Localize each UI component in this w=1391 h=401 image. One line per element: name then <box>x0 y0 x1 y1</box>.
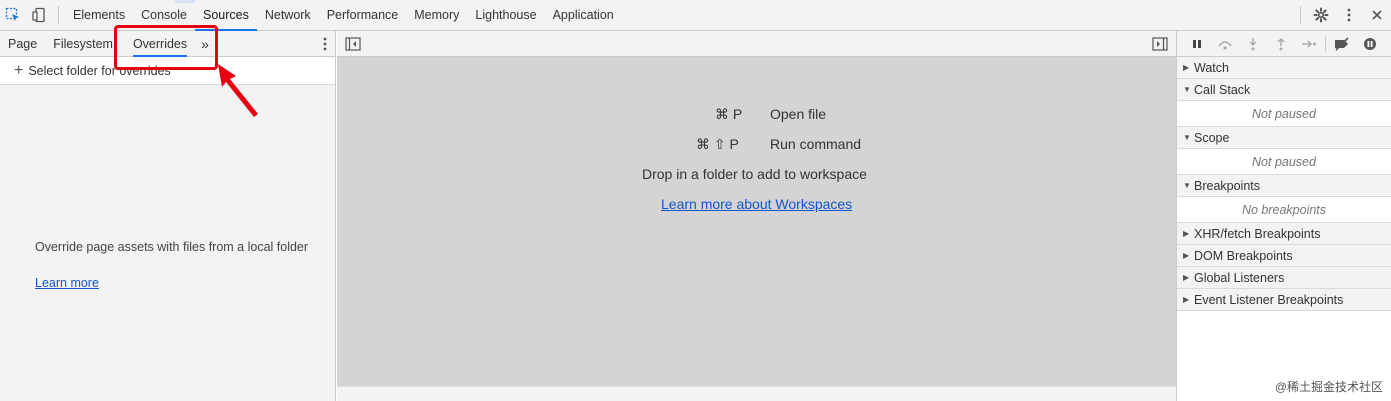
section-title: DOM Breakpoints <box>1194 248 1293 263</box>
section-breakpoints[interactable]: ▼ Breakpoints <box>1177 175 1391 197</box>
section-xhr-fetch-breakpoints[interactable]: ▶ XHR/fetch Breakpoints <box>1177 223 1391 245</box>
expand-triangle-icon: ▶ <box>1183 273 1190 282</box>
step-out-icon[interactable] <box>1267 31 1295 57</box>
shortcut-keys-open-file: ⌘ P <box>715 106 743 122</box>
editor-toolbar <box>337 31 1176 57</box>
section-title: Call Stack <box>1194 82 1251 97</box>
watermark: @稀土掘金技术社区 <box>1274 380 1383 394</box>
kebab-menu-icon[interactable] <box>1335 0 1363 30</box>
shortcut-action-open-file: Open file <box>770 106 827 122</box>
step-into-icon[interactable] <box>1239 31 1267 57</box>
toolbar-divider <box>58 6 59 24</box>
shortcut-keys-run-command: ⌘ ⇧ P <box>696 136 739 152</box>
tab-application[interactable]: Application <box>545 0 622 30</box>
section-dom-breakpoints[interactable]: ▶ DOM Breakpoints <box>1177 245 1391 267</box>
gear-icon[interactable] <box>1307 0 1335 30</box>
drop-folder-hint: Drop in a folder to add to workspace <box>642 166 867 182</box>
breakpoints-body: No breakpoints <box>1177 197 1391 223</box>
debugger-pane: ▶ Watch ▼ Call Stack Not paused ▼ Scope Not… <box>1176 31 1391 401</box>
toolbar-divider <box>1325 35 1326 52</box>
navigator-kebab-icon[interactable] <box>323 31 327 57</box>
learn-more-link[interactable]: Learn more <box>35 276 99 290</box>
section-title: Breakpoints <box>1194 178 1261 193</box>
pause-on-exceptions-icon[interactable] <box>1356 31 1384 57</box>
subtab-filesystem[interactable]: Filesystem <box>45 31 121 57</box>
toolbar-divider <box>1300 6 1301 24</box>
section-global-listeners[interactable]: ▶ Global Listeners <box>1177 267 1391 289</box>
overrides-highlight-box <box>114 25 218 70</box>
subtab-page[interactable]: Page <box>0 31 45 57</box>
collapse-triangle-icon: ▼ <box>1183 85 1191 94</box>
collapse-triangle-icon: ▼ <box>1183 181 1191 190</box>
collapse-triangle-icon: ▼ <box>1183 133 1191 142</box>
section-title: Global Listeners <box>1194 270 1285 285</box>
toggle-debugger-icon[interactable] <box>1152 37 1168 54</box>
section-title: Scope <box>1194 130 1230 145</box>
step-over-icon[interactable] <box>1211 31 1239 57</box>
plus-icon: + <box>14 61 24 79</box>
toggle-navigator-icon[interactable] <box>345 37 361 54</box>
expand-triangle-icon: ▶ <box>1183 229 1190 238</box>
overrides-empty-state: Override page assets with files from a l… <box>0 85 335 401</box>
editor-area: ⌘ P Open file ⌘ ⇧ P Run command Drop in … <box>337 31 1176 401</box>
call-stack-body: Not paused <box>1177 101 1391 127</box>
step-icon[interactable] <box>1295 31 1323 57</box>
scope-body: Not paused <box>1177 149 1391 175</box>
section-scope[interactable]: ▼ Scope <box>1177 127 1391 149</box>
close-icon[interactable] <box>1363 0 1391 30</box>
section-event-listener-breakpoints[interactable]: ▶ Event Listener Breakpoints <box>1177 289 1391 311</box>
editor-statusbar <box>337 386 1176 401</box>
overrides-description: Override page assets with files from a l… <box>35 240 309 254</box>
expand-triangle-icon: ▶ <box>1183 295 1190 304</box>
expand-triangle-icon: ▶ <box>1183 251 1190 260</box>
section-title: XHR/fetch Breakpoints <box>1194 226 1321 241</box>
tab-performance[interactable]: Performance <box>319 0 407 30</box>
deactivate-breakpoints-icon[interactable] <box>1328 31 1356 57</box>
tab-lighthouse[interactable]: Lighthouse <box>467 0 544 30</box>
topbar-actions <box>1294 0 1391 30</box>
device-toggle-icon[interactable] <box>26 0 52 30</box>
navigator-pane: Page Filesystem Overrides » + Select fol… <box>0 31 336 401</box>
workspaces-link[interactable]: Learn more about Workspaces <box>661 196 852 212</box>
tab-network[interactable]: Network <box>257 0 319 30</box>
annotation-arrow-icon <box>218 64 258 117</box>
tab-memory[interactable]: Memory <box>406 0 467 30</box>
debugger-toolbar <box>1177 31 1391 57</box>
section-call-stack[interactable]: ▼ Call Stack <box>1177 79 1391 101</box>
inspect-element-icon[interactable] <box>0 0 26 30</box>
pause-icon[interactable] <box>1183 31 1211 57</box>
section-title: Watch <box>1194 60 1229 75</box>
shortcut-action-run-command: Run command <box>770 136 862 152</box>
section-watch[interactable]: ▶ Watch <box>1177 57 1391 79</box>
section-title: Event Listener Breakpoints <box>1194 292 1344 307</box>
expand-triangle-icon: ▶ <box>1183 63 1190 72</box>
